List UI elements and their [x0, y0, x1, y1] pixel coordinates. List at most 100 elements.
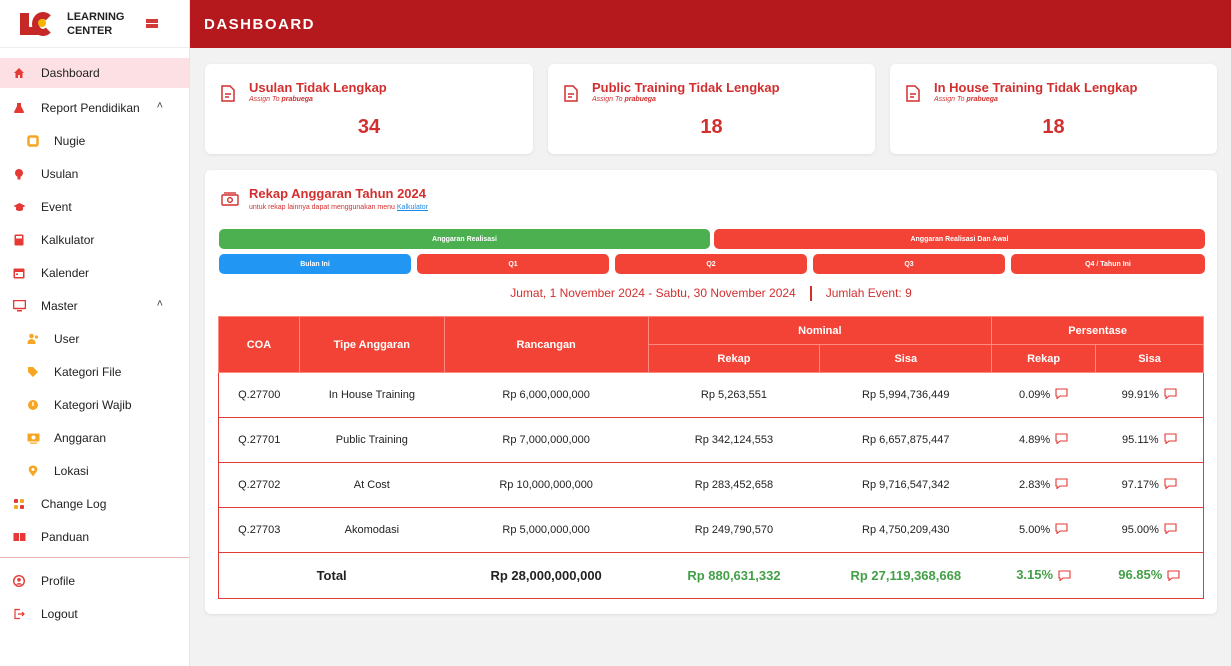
total-persen-sisa: 96.85% [1095, 552, 1204, 599]
period-range: Jumat, 1 November 2024 - Sabtu, 30 Novem… [510, 286, 796, 300]
cell-coa: Q.27703 [218, 507, 300, 553]
graduation-cap-icon [12, 200, 26, 214]
tab-q2[interactable]: Q2 [615, 254, 807, 274]
sidebar-item-label: Anggaran [54, 430, 107, 445]
tab-q1[interactable]: Q1 [417, 254, 609, 274]
header-nominal-rekap: Rekap [647, 344, 821, 373]
sidebar-item-panduan[interactable]: Panduan [0, 520, 189, 553]
comment-icon[interactable] [1055, 523, 1068, 537]
comment-icon[interactable] [1163, 433, 1177, 447]
sidebar: LEARNING CENTER Dashboard Report Pendidi… [0, 0, 190, 666]
calendar-icon [12, 266, 26, 280]
total-sisa: Rp 27,119,368,668 [819, 552, 992, 599]
cell-sisa: Rp 5,994,736,449 [819, 372, 992, 418]
header-nominal: Nominal [647, 316, 993, 345]
total-rancangan: Rp 28,000,000,000 [444, 552, 649, 599]
sidebar-item-usulan[interactable]: Usulan [0, 157, 189, 190]
top-header: DASHBOARD [190, 0, 1231, 48]
sidebar-nav: Dashboard Report Pendidikan ˄ Nugie Usul… [0, 58, 189, 553]
table-row: Q.27703 Akomodasi Rp 5,000,000,000 Rp 24… [218, 507, 1204, 553]
flask-icon [12, 101, 26, 115]
kalkulator-link[interactable]: Kalkulator [397, 204, 428, 211]
chevron-up-icon[interactable]: ˄ [157, 100, 163, 112]
comment-icon[interactable] [1055, 388, 1068, 402]
cell-rekap: Rp 249,790,570 [648, 507, 820, 553]
sidebar-item-label: Usulan [41, 166, 79, 181]
cell-rekap: Rp 5,263,551 [648, 372, 820, 418]
comment-icon[interactable] [1164, 523, 1177, 537]
tab-bulan-ini[interactable]: Bulan Ini [219, 254, 411, 274]
cell-sisa: Rp 4,750,209,430 [819, 507, 992, 553]
sidebar-item-logout[interactable]: Logout [0, 597, 189, 630]
cell-sisa: Rp 6,657,875,447 [819, 417, 992, 463]
cell-sisa: Rp 9,716,547,342 [819, 462, 992, 508]
location-icon [26, 464, 40, 478]
header-persentase-sisa: Sisa [1095, 344, 1204, 373]
anggaran-table: COA Tipe Anggaran Rancangan Nominal Pers… [218, 316, 1204, 599]
comment-icon[interactable] [1058, 569, 1071, 584]
sidebar-item-event[interactable]: Event [0, 190, 189, 223]
tab-anggaran-realisasi-dan-awal[interactable]: Anggaran Realisasi Dan Awal [714, 229, 1205, 249]
cell-rancangan: Rp 7,000,000,000 [444, 417, 649, 463]
sidebar-item-label: Report Pendidikan [41, 100, 140, 115]
sidebar-item-anggaran[interactable]: Anggaran [0, 421, 189, 454]
sidebar-item-kategori-file[interactable]: Kategori File [0, 355, 189, 388]
period-separator [809, 286, 812, 302]
cell-persen-sisa: 99.91% [1095, 372, 1204, 418]
sidebar-item-kategori-wajib[interactable]: Kategori Wajib [0, 388, 189, 421]
comment-icon[interactable] [1167, 569, 1180, 584]
sidebar-item-report-pendidikan[interactable]: Report Pendidikan ˄ [0, 91, 189, 124]
cell-coa: Q.27700 [218, 372, 300, 418]
document-icon [906, 85, 920, 107]
rekap-subtitle: untuk rekap lainnya dapat menggunakan me… [249, 204, 429, 211]
brand-text: LEARNING CENTER [67, 10, 124, 38]
comment-icon[interactable] [1164, 478, 1177, 492]
sidebar-item-label: Profile [41, 573, 76, 588]
sidebar-item-nugie[interactable]: Nugie [0, 124, 189, 157]
sidebar-item-user[interactable]: User [0, 322, 189, 355]
cell-tipe: In House Training [299, 372, 445, 418]
card-count: 18 [700, 116, 723, 138]
comment-icon[interactable] [1055, 478, 1068, 492]
card-usulan-tidak-lengkap[interactable]: Usulan Tidak Lengkap Assign To prabuega … [205, 64, 533, 154]
comment-icon[interactable] [1055, 433, 1068, 447]
sidebar-item-dashboard[interactable]: Dashboard [0, 58, 189, 88]
sidebar-item-profile[interactable]: Profile [0, 564, 189, 597]
circle-icon [26, 398, 40, 412]
sidebar-item-lokasi[interactable]: Lokasi [0, 454, 189, 487]
sidebar-item-change-log[interactable]: Change Log [0, 487, 189, 520]
table-total-row: Total Rp 28,000,000,000 Rp 880,631,332 R… [218, 552, 1204, 599]
comment-icon[interactable] [1164, 388, 1177, 402]
cell-persen-rekap: 0.09% [991, 372, 1096, 418]
monitor-icon [12, 299, 26, 313]
sidebar-item-master[interactable]: Master ˄ [0, 289, 189, 322]
sidebar-item-kalender[interactable]: Kalender [0, 256, 189, 289]
cell-persen-sisa: 97.17% [1095, 462, 1204, 508]
cell-persen-rekap: 4.89% [991, 417, 1096, 463]
sidebar-item-label: Logout [41, 606, 78, 621]
tab-anggaran-realisasi[interactable]: Anggaran Realisasi [219, 229, 710, 249]
event-count: Jumlah Event: 9 [825, 286, 912, 300]
menu-toggle-icon[interactable] [146, 18, 159, 29]
header-persentase-rekap: Rekap [991, 344, 1097, 373]
card-assign: Assign To prabuega [249, 96, 313, 103]
card-in-house-training-tidak-lengkap[interactable]: In House Training Tidak Lengkap Assign T… [890, 64, 1217, 154]
sidebar-item-label: Master [41, 298, 78, 313]
card-assign: Assign To prabuega [592, 96, 656, 103]
document-icon [564, 85, 578, 107]
sidebar-item-label: Nugie [54, 133, 86, 148]
sidebar-item-kalkulator[interactable]: Kalkulator [0, 223, 189, 256]
card-count: 34 [357, 116, 381, 138]
cell-tipe: Akomodasi [299, 507, 445, 553]
tab-q4-tahun-ini[interactable]: Q4 / Tahun Ini [1011, 254, 1205, 274]
cell-rekap: Rp 342,124,553 [648, 417, 820, 463]
chevron-up-icon[interactable]: ˄ [157, 298, 163, 310]
cell-persen-rekap: 2.83% [991, 462, 1096, 508]
header-nominal-sisa: Sisa [819, 344, 993, 373]
tab-q3[interactable]: Q3 [813, 254, 1005, 274]
cell-persen-rekap: 5.00% [991, 507, 1096, 553]
cell-coa: Q.27702 [218, 462, 300, 508]
table-row: Q.27700 In House Training Rp 6,000,000,0… [218, 372, 1204, 418]
card-public-training-tidak-lengkap[interactable]: Public Training Tidak Lengkap Assign To … [548, 64, 875, 154]
sidebar-item-label: Kategori Wajib [54, 397, 132, 412]
